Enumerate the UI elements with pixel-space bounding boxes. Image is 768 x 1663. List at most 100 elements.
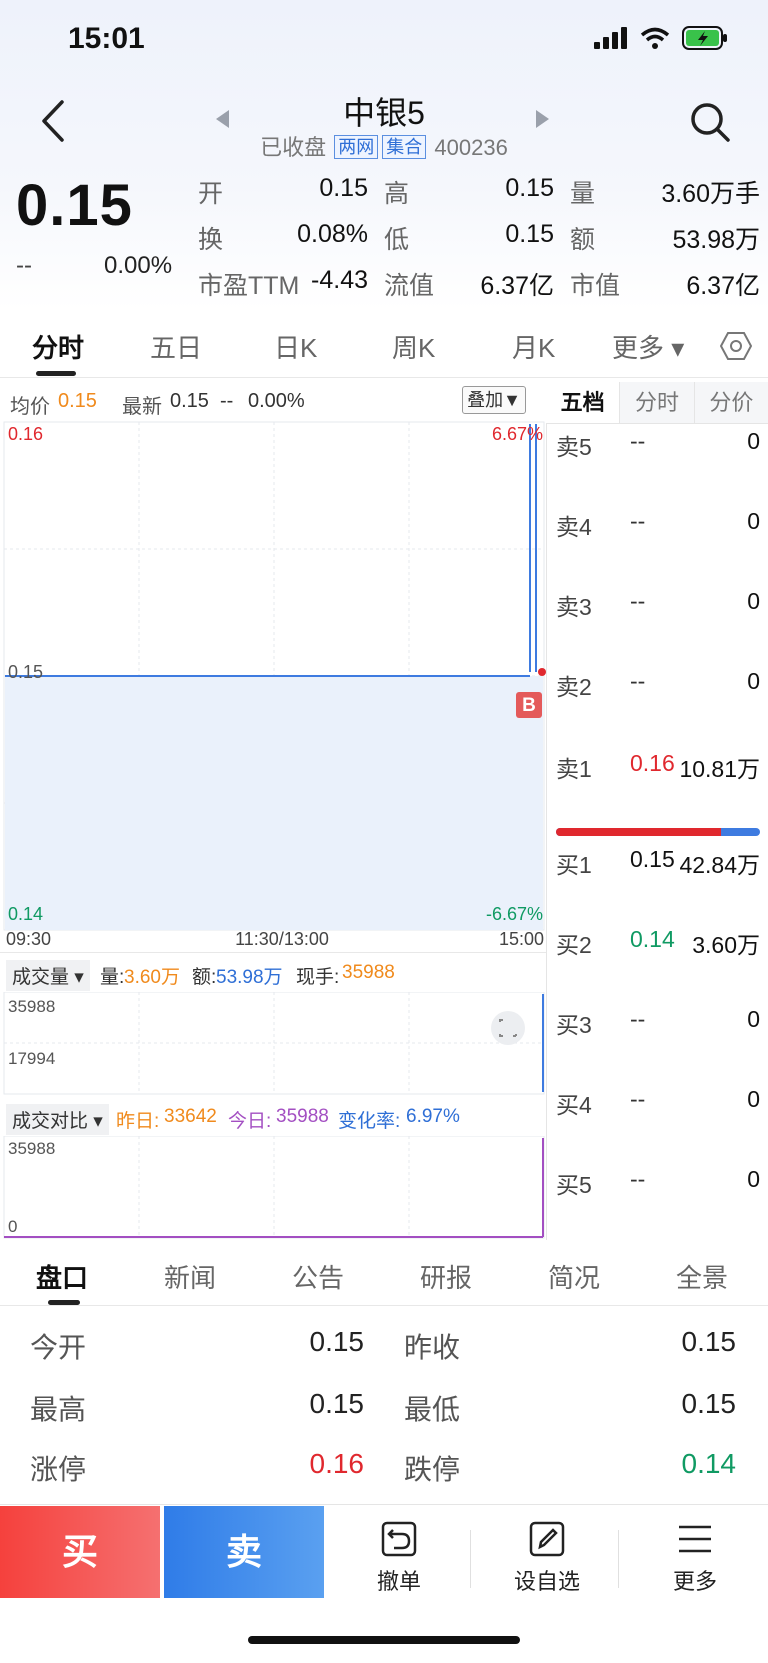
info-tab-underline xyxy=(48,1300,80,1305)
chart-period-tabs: 分时 五日 日K 周K 月K 更多 ▾ xyxy=(0,316,768,378)
price-change: -- xyxy=(16,252,32,279)
chart-settings-icon[interactable] xyxy=(720,330,752,362)
mkt-cap-label: 市值 xyxy=(570,272,621,300)
limit-down-label: 跌停 xyxy=(404,1454,461,1485)
ask-price: -- xyxy=(630,588,646,614)
avg-value: 0.15 xyxy=(58,390,97,412)
ask-volume: 0 xyxy=(747,588,760,614)
latest-pct: 0.00% xyxy=(248,390,305,412)
menu-icon xyxy=(679,1525,711,1553)
tab-handicap[interactable]: 盘口 xyxy=(36,1258,88,1295)
amount-label: 额 xyxy=(570,226,596,254)
bid-row[interactable]: 买4 -- 0 xyxy=(556,1086,760,1126)
low-value-panel: 0.15 xyxy=(681,1388,737,1419)
tab-intraday[interactable]: 分时 xyxy=(32,328,84,365)
buy-button[interactable]: 买 xyxy=(0,1506,160,1598)
tab-news[interactable]: 新闻 xyxy=(164,1258,216,1295)
tab-weekly-k[interactable]: 周K xyxy=(392,328,435,365)
home-indicator xyxy=(248,1636,520,1644)
ask-price: 0.16 xyxy=(630,750,675,776)
low-label-panel: 最低 xyxy=(404,1394,461,1425)
tab-more[interactable]: 更多 ▾ xyxy=(612,328,684,365)
bid-volume: 0 xyxy=(747,1086,760,1112)
ask-volume: 0 xyxy=(747,428,760,454)
today-value: 35988 xyxy=(276,1106,329,1127)
add-watchlist-label: 设自选 xyxy=(513,1569,580,1594)
y-tick-mid: 0.15 xyxy=(8,662,43,682)
bid-row[interactable]: 买3 -- 0 xyxy=(556,1006,760,1046)
signal-icon xyxy=(594,27,627,49)
volume-indicator-dropdown[interactable]: 成交量 ▾ xyxy=(6,960,90,991)
bid-ask-ratio-bar xyxy=(556,828,760,836)
bid-price: -- xyxy=(630,1086,646,1112)
turnover-label: 换 xyxy=(198,226,224,254)
search-icon[interactable] xyxy=(688,100,732,144)
tab-research[interactable]: 研报 xyxy=(420,1258,472,1295)
bid-row[interactable]: 买1 0.15 42.84万 xyxy=(556,846,760,886)
bid-volume: 42.84万 xyxy=(679,852,760,878)
info-tabs: 盘口 新闻 公告 研报 简况 全景 xyxy=(0,1244,768,1306)
overlay-dropdown[interactable]: 叠加▼ xyxy=(462,386,526,414)
compare-tick-zero: 0 xyxy=(8,1217,17,1236)
expand-chart-button[interactable] xyxy=(491,1011,525,1045)
vol-label: 量: xyxy=(100,967,125,988)
volume-tick-mid: 17994 xyxy=(8,1049,55,1068)
more-label: 更多 xyxy=(672,1569,717,1594)
bid-level-label: 买3 xyxy=(556,1012,592,1038)
bid-row[interactable]: 买2 0.14 3.60万 xyxy=(556,926,760,966)
ask-level-label: 卖1 xyxy=(556,756,592,782)
open-label: 开 xyxy=(198,180,224,208)
tab-price-volume[interactable]: 分价 xyxy=(693,382,768,423)
tab-daily-k[interactable]: 日K xyxy=(274,328,317,365)
tab-five-day[interactable]: 五日 xyxy=(150,328,202,365)
avg-label: 均价 xyxy=(10,396,50,418)
limit-up-value: 0.16 xyxy=(309,1448,365,1479)
intraday-chart[interactable]: B 0.16 0.15 0.14 6.67% -6.67% 09:30 11:3… xyxy=(0,420,546,950)
wifi-icon xyxy=(640,27,670,49)
tab-profile[interactable]: 简况 xyxy=(548,1258,600,1295)
sell-button[interactable]: 卖 xyxy=(164,1506,324,1598)
volume-chart[interactable]: 35988 17994 xyxy=(0,992,546,1096)
high-label-panel: 最高 xyxy=(30,1394,87,1425)
add-watchlist-button[interactable]: 设自选 xyxy=(492,1520,602,1596)
bid-row[interactable]: 买5 -- 0 xyxy=(556,1166,760,1206)
ask-row[interactable]: 卖4 -- 0 xyxy=(556,508,760,548)
open-value: 0.15 xyxy=(319,174,368,202)
ask-price: -- xyxy=(630,668,646,694)
high-value-panel: 0.15 xyxy=(309,1388,365,1419)
ask-ratio-fill xyxy=(556,828,722,836)
ask-row[interactable]: 卖2 -- 0 xyxy=(556,668,760,708)
volume-label: 量 xyxy=(570,180,596,208)
compare-indicator-dropdown[interactable]: 成交对比 ▾ xyxy=(6,1104,109,1135)
volume-header: 成交量 ▾ 量: 3.60万 额: 53.98万 现手: 35988 xyxy=(0,952,546,992)
compare-chart[interactable]: 35988 0 xyxy=(0,1136,546,1240)
ask-row[interactable]: 卖3 -- 0 xyxy=(556,588,760,628)
price-area-fill xyxy=(5,676,543,930)
cancel-order-button[interactable]: 撤单 xyxy=(344,1520,454,1596)
bid-volume: 0 xyxy=(747,1166,760,1192)
tab-announcements[interactable]: 公告 xyxy=(292,1258,344,1295)
float-cap-value: 6.37亿 xyxy=(480,272,554,300)
hand-value: 35988 xyxy=(342,962,395,983)
action-separator-2 xyxy=(618,1530,619,1588)
today-open-label: 今开 xyxy=(30,1332,87,1363)
compare-header: 成交对比 ▾ 昨日: 33642 今日: 35988 变化率: 6.97% xyxy=(0,1098,546,1136)
tab-panorama[interactable]: 全景 xyxy=(676,1258,728,1295)
tag-two-net: 两网 xyxy=(334,135,379,159)
tab-monthly-k[interactable]: 月K xyxy=(512,328,555,365)
float-cap-label: 流值 xyxy=(384,272,435,300)
more-button[interactable]: 更多 xyxy=(640,1520,750,1596)
latest-change: -- xyxy=(220,390,234,412)
tab-five-levels[interactable]: 五档 xyxy=(546,382,620,423)
edit-icon xyxy=(529,1521,565,1557)
bid-level-label: 买4 xyxy=(556,1092,592,1118)
today-label: 今日: xyxy=(228,1111,272,1132)
limit-up-label: 涨停 xyxy=(30,1454,87,1485)
tab-ticks[interactable]: 分时 xyxy=(619,382,694,423)
bid-level-label: 买2 xyxy=(556,932,592,958)
ask-row[interactable]: 卖1 0.16 10.81万 xyxy=(556,750,760,790)
ask-row[interactable]: 卖5 -- 0 xyxy=(556,428,760,468)
rate-label: 变化率: xyxy=(338,1111,401,1132)
cancel-order-label: 撤单 xyxy=(376,1569,421,1594)
prev-close-value: 0.15 xyxy=(681,1326,737,1357)
